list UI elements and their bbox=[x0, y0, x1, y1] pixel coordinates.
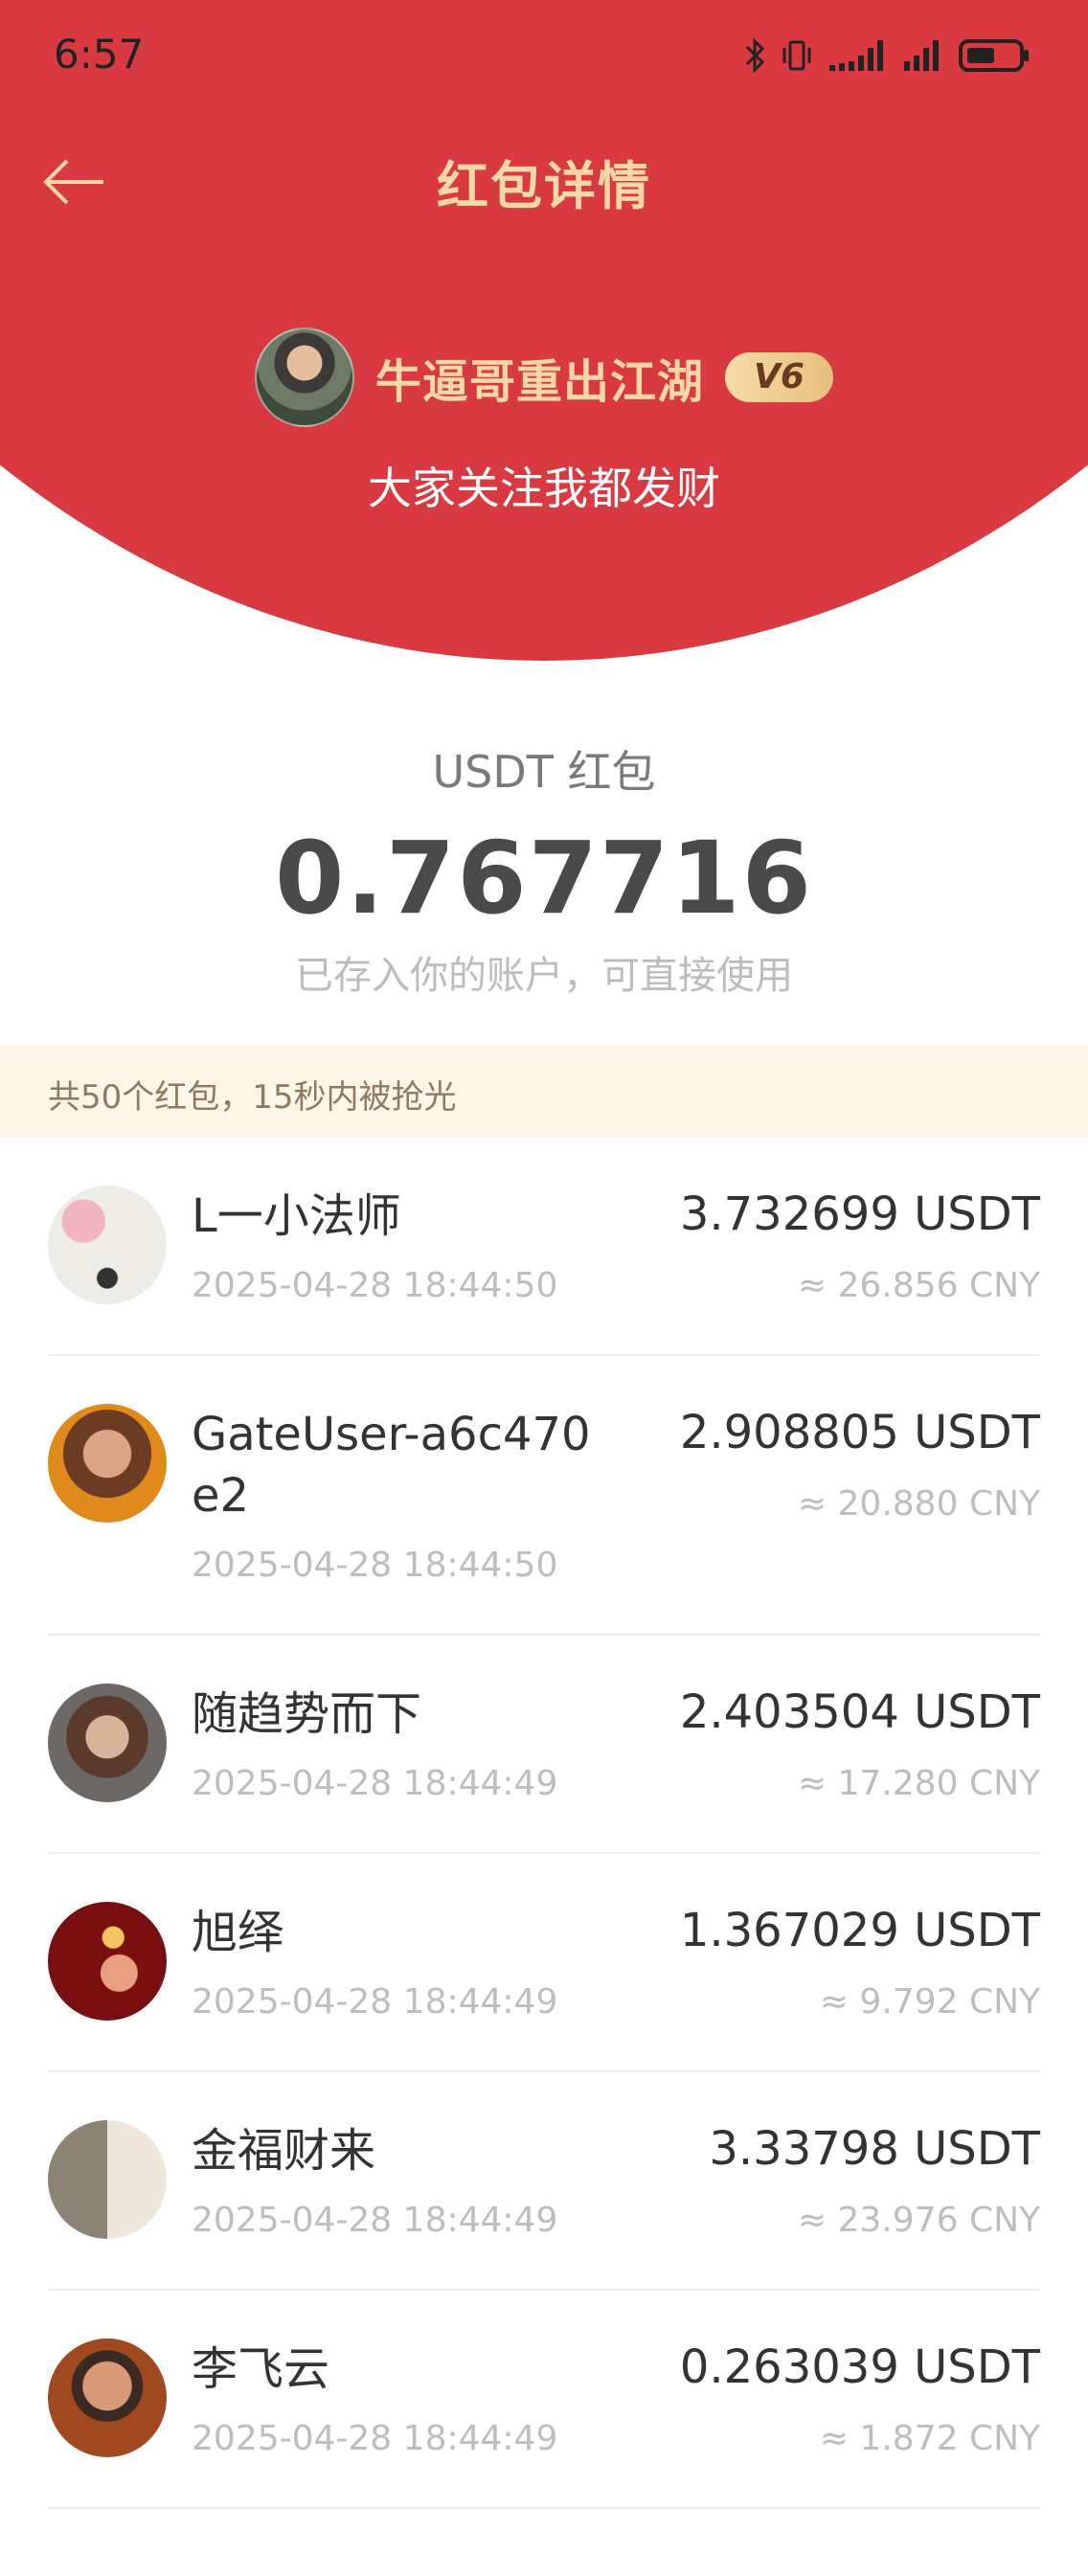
claim-time: 2025-04-28 18:44:49 bbox=[192, 1982, 558, 2022]
claim-time: 2025-04-28 18:44:49 bbox=[192, 1764, 558, 1803]
avatar[interactable] bbox=[48, 1404, 167, 1523]
sender-avatar[interactable] bbox=[255, 328, 355, 427]
deposit-note: 已存入你的账户，可直接使用 bbox=[295, 954, 793, 998]
claim-time: 2025-04-28 18:44:50 bbox=[192, 1266, 558, 1305]
sender-info: 牛逼哥重出江湖 V6 bbox=[0, 328, 1088, 427]
claim-cny: ≈ 1.872 CNY bbox=[819, 2419, 1040, 2458]
claimer-name: 李飞云 bbox=[192, 2342, 330, 2396]
avatar[interactable] bbox=[48, 2120, 167, 2239]
claim-row[interactable]: L一小法师 2025-04-28 18:44:50 3.732699 USDT … bbox=[0, 1138, 1088, 1356]
avatar[interactable] bbox=[48, 1683, 167, 1802]
claim-row[interactable]: 旭绎 2025-04-28 18:44:49 1.367029 USDT ≈ 9… bbox=[0, 1854, 1088, 2072]
claim-usdt: 3.732699 USDT bbox=[679, 1187, 1040, 1241]
claim-time: 2025-04-28 18:44:50 bbox=[192, 1546, 558, 1585]
claim-time: 2025-04-28 18:44:49 bbox=[192, 2201, 558, 2240]
claimer-name: 随趋势而下 bbox=[192, 1687, 422, 1741]
summary-bar: 共50个红包，15秒内被抢光 bbox=[0, 1046, 1088, 1138]
vip-badge: V6 bbox=[725, 352, 833, 402]
signal-icon-2 bbox=[904, 40, 939, 71]
signal-icon bbox=[829, 40, 883, 71]
packet-greeting: 大家关注我都发财 bbox=[368, 463, 720, 514]
claim-usdt: 3.33798 USDT bbox=[709, 2122, 1040, 2176]
claim-usdt: 0.263039 USDT bbox=[679, 2340, 1040, 2394]
claim-usdt: 2.908805 USDT bbox=[679, 1406, 1040, 1459]
avatar[interactable] bbox=[48, 1902, 167, 2021]
claimer-name: GateUser-a6c470e2 bbox=[192, 1408, 591, 1523]
sender-name: 牛逼哥重出江湖 bbox=[375, 355, 705, 409]
battery-icon bbox=[959, 39, 1029, 72]
claim-usdt: 1.367029 USDT bbox=[679, 1904, 1040, 1957]
claim-cny: ≈ 23.976 CNY bbox=[797, 2201, 1040, 2240]
claimer-name: L一小法师 bbox=[192, 1189, 401, 1243]
claimer-name: 旭绎 bbox=[192, 1906, 284, 1959]
claim-cny: ≈ 17.280 CNY bbox=[797, 1764, 1040, 1803]
divider bbox=[48, 2507, 1040, 2509]
received-amount: 0.767716 bbox=[274, 820, 814, 937]
claim-row[interactable]: 随趋势而下 2025-04-28 18:44:49 2.403504 USDT … bbox=[0, 1636, 1088, 1854]
status-time: 6:57 bbox=[54, 31, 145, 78]
avatar[interactable] bbox=[48, 1186, 167, 1304]
claim-usdt: 2.403504 USDT bbox=[679, 1685, 1040, 1739]
status-icons bbox=[745, 34, 1031, 77]
vibrate-icon bbox=[782, 40, 811, 71]
bluetooth-icon bbox=[745, 37, 765, 74]
red-packet-header: 6:57 红包详情 牛逼哥重出江湖 V6 大家关注我都发财 bbox=[0, 0, 1088, 670]
status-bar: 6:57 bbox=[0, 0, 1088, 115]
avatar[interactable] bbox=[48, 2339, 167, 2457]
page-title: 红包详情 bbox=[437, 156, 651, 216]
currency-label: USDT 红包 bbox=[432, 746, 656, 798]
claim-row[interactable]: GateUser-a6c470e2 2025-04-28 18:44:50 2.… bbox=[0, 1356, 1088, 1636]
summary-text: 共50个红包，15秒内被抢光 bbox=[48, 1078, 457, 1117]
claim-time: 2025-04-28 18:44:49 bbox=[192, 2419, 558, 2458]
claim-row[interactable]: 李飞云 2025-04-28 18:44:49 0.263039 USDT ≈ … bbox=[0, 2291, 1088, 2509]
claim-cny: ≈ 20.880 CNY bbox=[797, 1484, 1040, 1524]
claimer-name: 金福财来 bbox=[192, 2124, 376, 2178]
claim-cny: ≈ 26.856 CNY bbox=[797, 1266, 1040, 1305]
claim-row[interactable]: 金福财来 2025-04-28 18:44:49 3.33798 USDT ≈ … bbox=[0, 2072, 1088, 2291]
claim-cny: ≈ 9.792 CNY bbox=[819, 1982, 1040, 2022]
